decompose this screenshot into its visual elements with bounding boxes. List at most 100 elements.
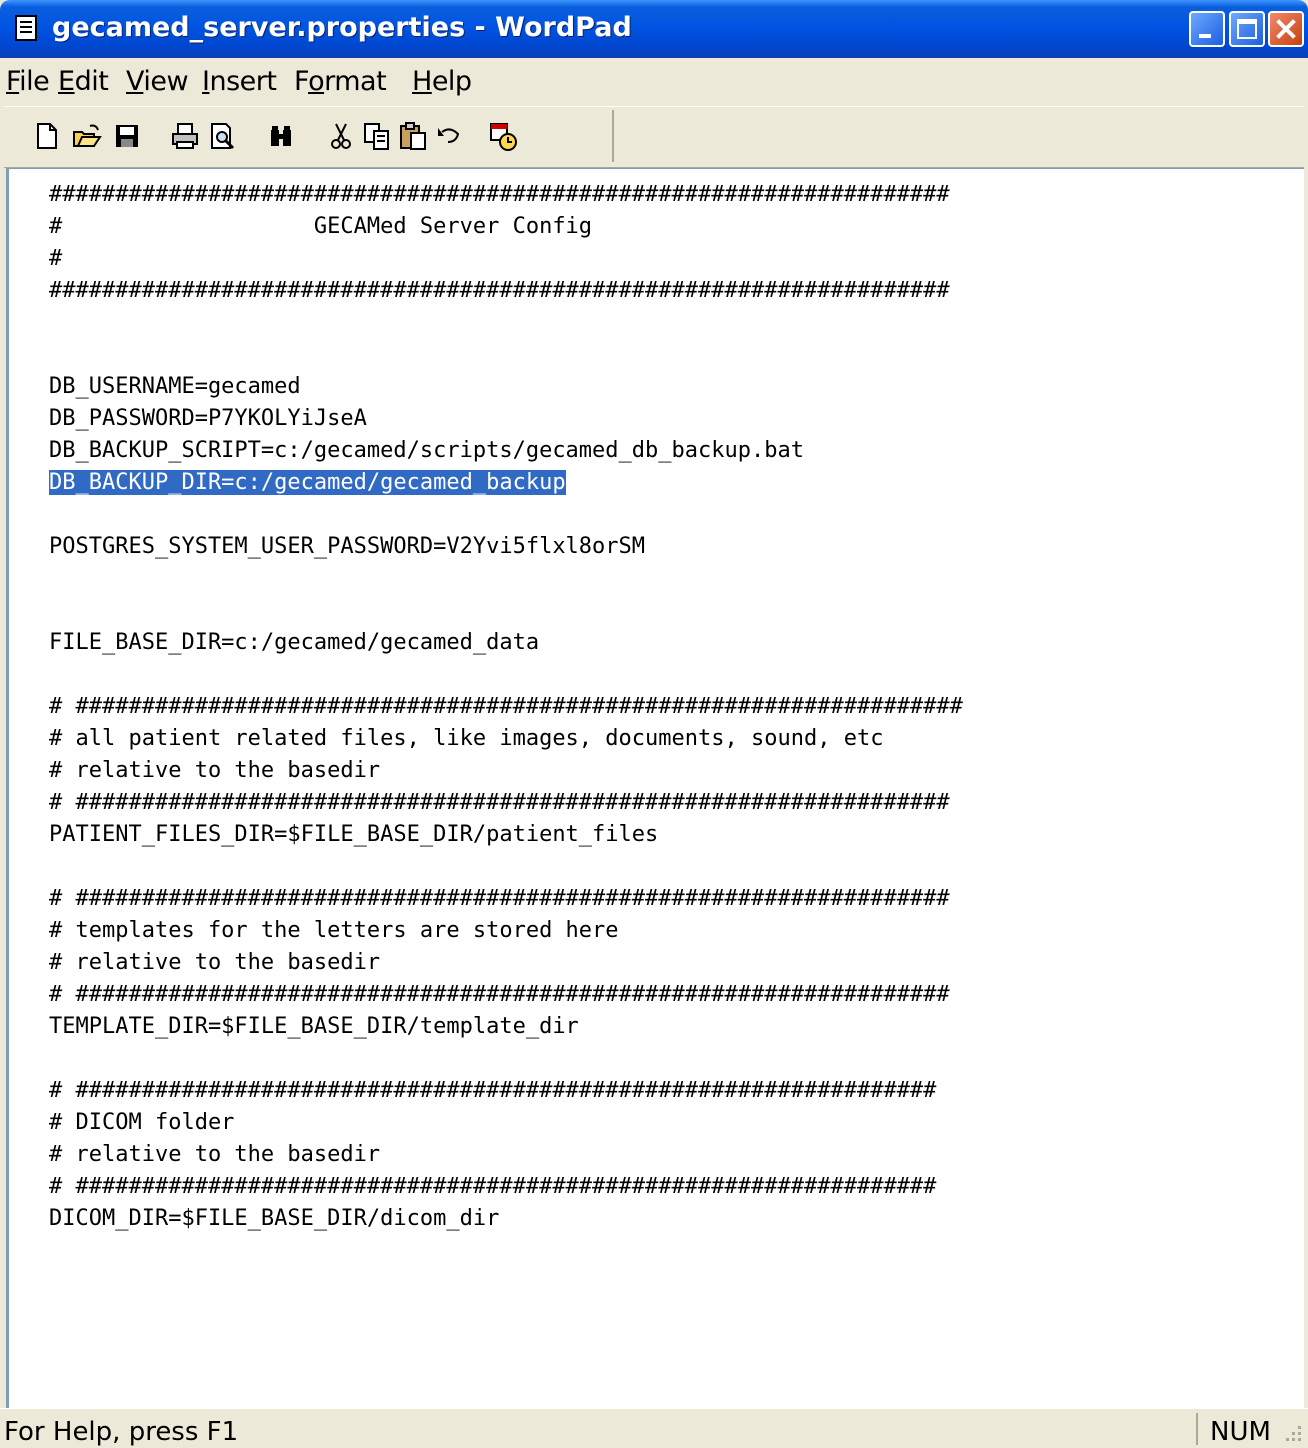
document-line[interactable]: DB_BACKUP_SCRIPT=c:/gecamed/scripts/geca…	[49, 435, 963, 467]
document-line-text: # ######################################…	[49, 886, 950, 911]
document-line[interactable]: TEMPLATE_DIR=$FILE_BASE_DIR/template_dir	[49, 1011, 963, 1043]
document-line[interactable]	[49, 851, 963, 883]
document-line[interactable]	[49, 339, 963, 371]
menu-format-rest: rmat	[324, 66, 387, 97]
undo-icon	[438, 128, 460, 143]
document-line[interactable]: DB_USERNAME=gecamed	[49, 371, 963, 403]
find-button[interactable]	[266, 120, 296, 152]
document-line-text: PATIENT_FILES_DIR=$FILE_BASE_DIR/patient…	[49, 822, 659, 847]
num-lock-indicator: NUM	[1196, 1413, 1271, 1447]
document-line[interactable]	[49, 595, 963, 627]
maximize-button[interactable]	[1229, 11, 1265, 47]
document-editor[interactable]: ########################################…	[6, 168, 1304, 1408]
menu-view-rest: iew	[143, 66, 189, 97]
status-help-text: For Help, press F1	[4, 1417, 239, 1447]
document-line-text: # templates for the letters are stored h…	[49, 918, 619, 943]
document-line[interactable]: DB_PASSWORD=P7YKOLYiJseA	[49, 403, 963, 435]
document-line[interactable]	[49, 659, 963, 691]
document-line[interactable]: POSTGRES_SYSTEM_USER_PASSWORD=V2Yvi5flxl…	[49, 531, 963, 563]
document-line[interactable]	[49, 563, 963, 595]
document-line[interactable]: PATIENT_FILES_DIR=$FILE_BASE_DIR/patient…	[49, 819, 963, 851]
document-line[interactable]: # relative to the basedir	[49, 1139, 963, 1171]
new-document-icon	[37, 123, 57, 149]
document-line[interactable]: # ######################################…	[49, 787, 963, 819]
document-line-text: #	[49, 246, 63, 271]
menu-view[interactable]: View	[126, 66, 189, 97]
print-button[interactable]	[170, 120, 200, 152]
close-icon	[1276, 19, 1296, 39]
document-line[interactable]	[49, 307, 963, 339]
document-line[interactable]: #	[49, 243, 963, 275]
document-line[interactable]	[49, 499, 963, 531]
title-bar[interactable]: gecamed_server.properties - WordPad	[0, 0, 1308, 58]
status-bar: For Help, press F1 NUM	[0, 1408, 1308, 1448]
copy-button[interactable]	[362, 120, 392, 152]
menu-help[interactable]: Help	[412, 66, 472, 97]
document-line-text: DB_USERNAME=gecamed	[49, 374, 301, 399]
copy-icon	[364, 123, 389, 150]
document-line[interactable]: # templates for the letters are stored h…	[49, 915, 963, 947]
undo-button[interactable]	[434, 120, 464, 152]
document-line-text: DB_PASSWORD=P7YKOLYiJseA	[49, 406, 367, 431]
window-title: gecamed_server.properties - WordPad	[52, 12, 632, 43]
open-folder-icon	[73, 124, 102, 147]
document-line[interactable]: DB_BACKUP_DIR=c:/gecamed/gecamed_backup	[49, 467, 963, 499]
document-text[interactable]: ########################################…	[49, 179, 963, 1235]
save-button[interactable]	[112, 120, 142, 152]
menu-help-rest: elp	[431, 66, 472, 97]
document-line-text: DICOM_DIR=$FILE_BASE_DIR/dicom_dir	[49, 1206, 500, 1231]
open-button[interactable]	[72, 120, 102, 152]
menu-insert-rest: nsert	[209, 66, 277, 97]
document-line[interactable]	[49, 1043, 963, 1075]
document-line-text: ########################################…	[49, 278, 950, 303]
document-line-text: # ######################################…	[49, 982, 950, 1007]
menu-edit[interactable]: Edit	[58, 66, 109, 97]
menu-help-mnemonic: H	[412, 66, 432, 97]
insert-datetime-icon	[490, 123, 517, 151]
document-line[interactable]: # ######################################…	[49, 979, 963, 1011]
menu-format[interactable]: Format	[294, 66, 387, 97]
document-line[interactable]: FILE_BASE_DIR=c:/gecamed/gecamed_data	[49, 627, 963, 659]
menu-format-pre: F	[294, 66, 309, 97]
cut-scissors-icon	[331, 123, 351, 149]
document-line[interactable]: # GECAMed Server Config	[49, 211, 963, 243]
document-line[interactable]: # ######################################…	[49, 691, 963, 723]
insert-datetime-button[interactable]	[488, 120, 518, 152]
document-line[interactable]: ########################################…	[49, 275, 963, 307]
menu-file-rest: ile	[19, 66, 50, 97]
print-preview-button[interactable]	[208, 120, 238, 152]
document-line-text: # GECAMed Server Config	[49, 214, 593, 239]
menu-bar: File Edit View Insert Format Help	[4, 60, 1304, 104]
document-line-text: # relative to the basedir	[49, 758, 381, 783]
document-line[interactable]: # ######################################…	[49, 883, 963, 915]
close-button[interactable]	[1268, 11, 1304, 47]
document-line[interactable]: # relative to the basedir	[49, 947, 963, 979]
cut-button[interactable]	[326, 120, 356, 152]
document-line[interactable]: # ######################################…	[49, 1075, 963, 1107]
save-disk-icon	[116, 125, 138, 147]
menu-file[interactable]: File	[6, 66, 50, 97]
document-line-text: # all patient related files, like images…	[49, 726, 884, 751]
paste-button[interactable]	[398, 120, 428, 152]
document-line[interactable]: # all patient related files, like images…	[49, 723, 963, 755]
wordpad-document-icon	[14, 15, 38, 41]
resize-grip-icon[interactable]	[1280, 1420, 1304, 1444]
num-lock-label: NUM	[1210, 1417, 1271, 1447]
document-line[interactable]: # ######################################…	[49, 1171, 963, 1203]
find-binoculars-icon	[271, 126, 291, 146]
document-line[interactable]: # DICOM folder	[49, 1107, 963, 1139]
menu-file-mnemonic: F	[6, 66, 20, 97]
toolbar	[4, 106, 1304, 168]
document-line-text: # ######################################…	[49, 1078, 937, 1103]
document-line-text: POSTGRES_SYSTEM_USER_PASSWORD=V2Yvi5flxl…	[49, 534, 646, 559]
new-button[interactable]	[32, 120, 62, 152]
document-line[interactable]: ########################################…	[49, 179, 963, 211]
menu-edit-mnemonic: E	[58, 66, 75, 97]
standard-toolbar	[12, 110, 614, 162]
menu-insert[interactable]: Insert	[202, 66, 277, 97]
print-icon	[172, 123, 198, 149]
document-line-text: DB_BACKUP_DIR=c:/gecamed/gecamed_backup	[49, 470, 566, 495]
document-line[interactable]: DICOM_DIR=$FILE_BASE_DIR/dicom_dir	[49, 1203, 963, 1235]
document-line[interactable]: # relative to the basedir	[49, 755, 963, 787]
minimize-button[interactable]	[1189, 11, 1225, 47]
